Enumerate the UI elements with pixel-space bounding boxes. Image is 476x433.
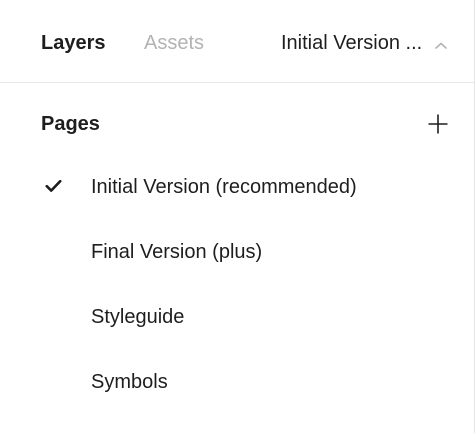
page-item-initial-version[interactable]: Initial Version (recommended) (0, 167, 474, 207)
page-item-final-version[interactable]: Final Version (plus) (0, 232, 474, 272)
checkmark-icon (45, 179, 62, 193)
panel-header: Layers Assets Initial Version ... (0, 0, 474, 83)
layers-panel: Layers Assets Initial Version ... Pages (0, 0, 475, 433)
page-item-label: Styleguide (91, 306, 185, 328)
pages-section-title: Pages (41, 113, 100, 135)
page-item-label: Symbols (91, 371, 168, 393)
page-item-styleguide[interactable]: Styleguide (0, 297, 474, 337)
page-item-label: Initial Version (recommended) (91, 176, 357, 198)
pages-section-header: Pages (0, 104, 474, 144)
page-selector-label: Initial Version ... (281, 32, 423, 54)
tab-layers[interactable]: Layers (41, 31, 106, 55)
page-selector[interactable]: Initial Version ... (281, 31, 448, 55)
tab-assets[interactable]: Assets (144, 31, 204, 55)
chevron-up-icon (434, 38, 448, 49)
page-item-label: Final Version (plus) (91, 241, 263, 263)
page-item-symbols[interactable]: Symbols (0, 362, 474, 402)
plus-icon[interactable] (426, 112, 450, 136)
